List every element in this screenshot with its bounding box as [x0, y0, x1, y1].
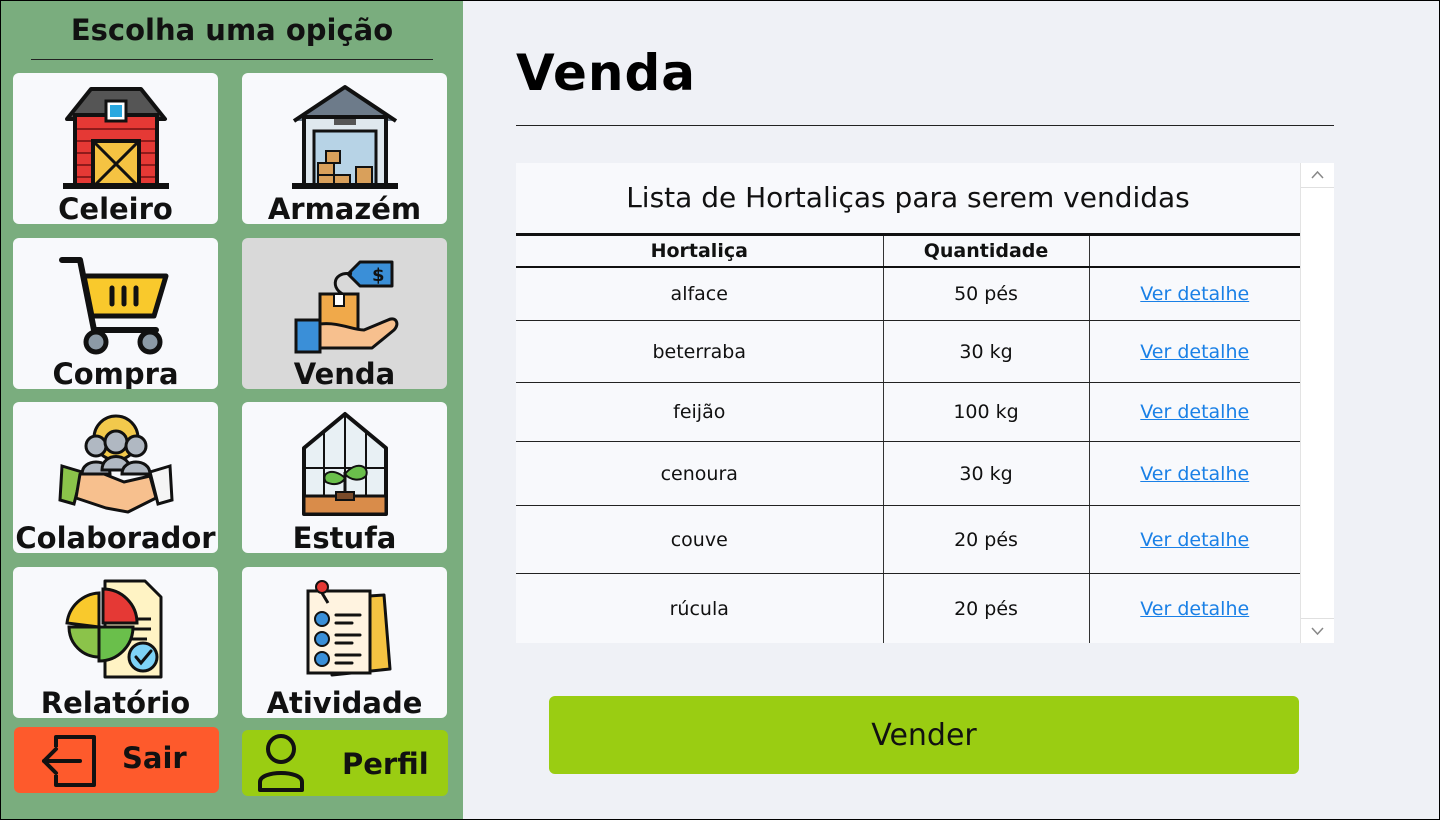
- view-detail-link[interactable]: Ver detalhe: [1140, 341, 1249, 363]
- chevron-down-icon: [1311, 627, 1324, 636]
- barn-icon: [62, 87, 169, 189]
- menu-tile-relatorio[interactable]: Relatório: [13, 567, 218, 718]
- sell-button[interactable]: Vender: [549, 696, 1299, 774]
- cell-action: Ver detalhe: [1088, 441, 1300, 506]
- tile-label: Atividade: [266, 686, 423, 718]
- cell-name: cenoura: [516, 441, 883, 506]
- chevron-up-icon: [1311, 170, 1324, 179]
- cell-name: feijão: [516, 382, 883, 442]
- warehouse-icon: [291, 85, 398, 189]
- sale-hand-box-icon: $: [294, 260, 398, 354]
- menu-tile-armazem[interactable]: Armazém: [242, 73, 447, 224]
- profile-button[interactable]: Perfil: [242, 730, 448, 796]
- view-detail-link[interactable]: Ver detalhe: [1140, 401, 1249, 423]
- table-row: cenoura 30 kg Ver detalhe: [516, 441, 1300, 506]
- cell-quantity: 20 pés: [882, 573, 1089, 643]
- greenhouse-icon: [301, 412, 388, 516]
- cell-quantity: 30 kg: [882, 320, 1089, 383]
- tile-label: Celeiro: [58, 192, 173, 224]
- view-detail-link[interactable]: Ver detalhe: [1140, 529, 1249, 551]
- cell-quantity: 50 pés: [882, 266, 1089, 321]
- profile-label: Perfil: [342, 747, 429, 781]
- sidebar-divider: [31, 59, 433, 60]
- title-divider: [516, 125, 1334, 126]
- view-detail-link[interactable]: Ver detalhe: [1140, 463, 1249, 485]
- table-row: feijão 100 kg Ver detalhe: [516, 382, 1300, 442]
- table-row: alface 50 pés Ver detalhe: [516, 266, 1300, 321]
- cell-quantity: 100 kg: [882, 382, 1089, 442]
- table-row: rúcula 20 pés Ver detalhe: [516, 573, 1300, 643]
- shopping-cart-icon: [58, 257, 168, 355]
- menu-tile-compra[interactable]: Compra: [13, 238, 218, 389]
- table-header-row: Hortaliça Quantidade: [516, 233, 1300, 268]
- menu-tile-celeiro[interactable]: Celeiro: [13, 73, 218, 224]
- sidebar: Escolha uma opição Celeiro Armazém Compr…: [1, 1, 463, 819]
- cell-action: Ver detalhe: [1088, 320, 1300, 383]
- vegetable-table: Hortaliça Quantidade alface 50 pés Ver d…: [516, 233, 1300, 643]
- cell-action: Ver detalhe: [1088, 505, 1300, 574]
- cell-action: Ver detalhe: [1088, 382, 1300, 442]
- logout-icon: [42, 735, 96, 787]
- tile-label: Compra: [52, 357, 179, 389]
- report-pie-chart-icon: [64, 579, 162, 679]
- column-header-action: [1088, 233, 1300, 268]
- sidebar-title: Escolha uma opição: [70, 13, 394, 47]
- cell-name: beterraba: [516, 320, 883, 383]
- cell-name: alface: [516, 266, 883, 321]
- menu-tile-atividade[interactable]: Atividade: [242, 567, 447, 718]
- user-icon: [258, 734, 304, 792]
- cell-name: rúcula: [669, 597, 729, 620]
- cell-action: Ver detalhe: [1088, 573, 1300, 643]
- table-row: couve 20 pés Ver detalhe: [516, 505, 1300, 574]
- table-scrollbar[interactable]: [1300, 163, 1334, 643]
- scroll-up-button[interactable]: [1301, 163, 1334, 188]
- vegetable-list-panel: Lista de Hortaliças para serem vendidas …: [516, 163, 1334, 643]
- cell-quantity: 30 kg: [882, 441, 1089, 506]
- cell-quantity: 20 pés: [882, 505, 1089, 574]
- logout-label: Sair: [122, 741, 187, 775]
- tile-label: Estufa: [292, 521, 397, 553]
- list-title: Lista de Hortaliças para serem vendidas: [626, 181, 1190, 214]
- svg-text:$: $: [372, 265, 385, 286]
- tile-label: Armazém: [267, 192, 422, 224]
- menu-tile-estufa[interactable]: Estufa: [242, 402, 447, 553]
- view-detail-link[interactable]: Ver detalhe: [1140, 283, 1249, 305]
- tile-label: Venda: [293, 357, 396, 389]
- page-title: Venda: [516, 44, 696, 102]
- checklist-icon: [306, 580, 391, 677]
- menu-tile-colaborador[interactable]: Colaborador: [13, 402, 218, 553]
- tile-label: Colaborador: [15, 521, 216, 553]
- tile-label: Relatório: [40, 686, 191, 718]
- column-header-quantidade: Quantidade: [882, 233, 1089, 268]
- scroll-down-button[interactable]: [1301, 618, 1334, 643]
- handshake-team-icon: [57, 414, 174, 514]
- view-detail-link[interactable]: Ver detalhe: [1140, 598, 1249, 620]
- table-row: beterraba 30 kg Ver detalhe: [516, 320, 1300, 383]
- menu-tile-venda[interactable]: $ Venda: [242, 238, 447, 389]
- cell-name: couve: [516, 505, 883, 574]
- logout-button[interactable]: Sair: [14, 727, 219, 793]
- column-header-hortalica: Hortaliça: [516, 233, 883, 268]
- cell-action: Ver detalhe: [1088, 266, 1300, 321]
